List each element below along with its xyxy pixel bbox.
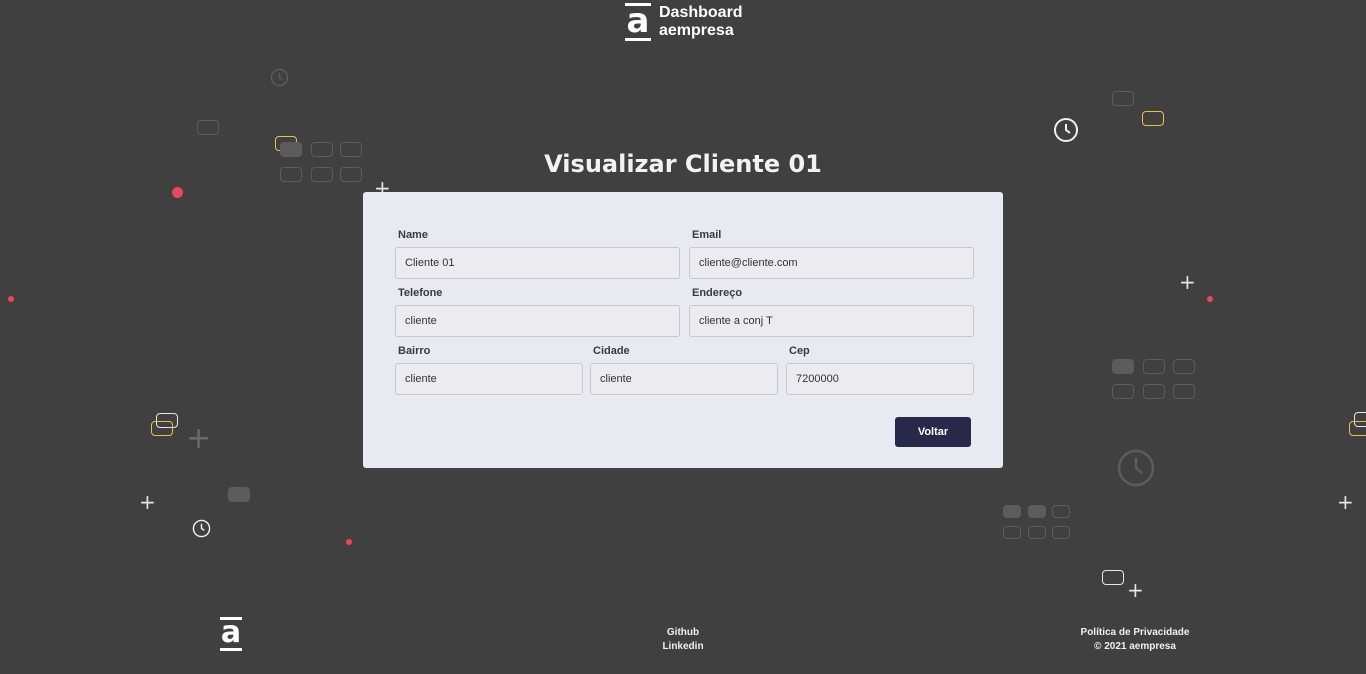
cep-field-group: Cep <box>786 345 974 395</box>
cep-input[interactable] <box>786 363 974 395</box>
square-shape <box>1349 421 1366 436</box>
cidade-input[interactable] <box>590 363 778 395</box>
aempresa-logo-icon: a <box>625 1 651 41</box>
back-button[interactable]: Voltar <box>895 417 971 447</box>
red-dot <box>346 539 352 545</box>
square-shape <box>1143 359 1165 374</box>
square-shape <box>1143 384 1165 399</box>
footer-legal: Política de Privacidade © 2021 aempresa <box>1060 626 1210 654</box>
telefone-field-group: Telefone <box>395 287 680 337</box>
square-shape <box>1112 359 1134 374</box>
square-shape <box>197 120 219 135</box>
clock-icon <box>1054 118 1078 142</box>
bairro-label: Bairro <box>398 345 431 357</box>
square-shape <box>151 421 173 436</box>
name-input[interactable] <box>395 247 680 279</box>
plus-shape: + <box>186 421 212 456</box>
copyright-text: © 2021 aempresa <box>1094 641 1176 652</box>
cidade-label: Cidade <box>593 345 630 357</box>
footer-links: Github Linkedin <box>600 626 766 654</box>
github-link[interactable]: Github <box>600 626 766 640</box>
square-shape <box>1052 526 1070 539</box>
red-dot <box>172 187 183 198</box>
square-shape <box>1102 570 1124 585</box>
telefone-input[interactable] <box>395 305 680 337</box>
clock-icon <box>192 519 211 538</box>
square-shape <box>1052 505 1070 518</box>
endereco-field-group: Endereço <box>689 287 974 337</box>
clock-icon <box>1117 449 1155 487</box>
page-title: Visualizar Cliente 01 <box>544 150 822 178</box>
name-label: Name <box>398 229 428 241</box>
brand-header[interactable]: a Dashboard aempresa <box>625 3 743 41</box>
square-shape <box>1028 505 1046 518</box>
plus-shape: + <box>1179 270 1196 294</box>
plus-shape: + <box>1337 490 1354 514</box>
plus-shape: + <box>1127 578 1144 602</box>
footer-logo[interactable]: a <box>220 617 242 651</box>
name-field-group: Name <box>395 229 680 279</box>
telefone-label: Telefone <box>398 287 443 299</box>
email-input[interactable] <box>689 247 974 279</box>
plus-shape: + <box>139 490 156 514</box>
endereco-input[interactable] <box>689 305 974 337</box>
red-dot <box>8 296 14 302</box>
square-shape <box>1112 384 1134 399</box>
brand-title: Dashboard aempresa <box>659 4 743 39</box>
square-shape <box>1112 91 1134 106</box>
square-shape <box>1028 526 1046 539</box>
square-shape <box>1173 359 1195 374</box>
cidade-field-group: Cidade <box>590 345 778 395</box>
square-shape <box>1173 384 1195 399</box>
client-details-card: Name Email Telefone Endereço Bairro Cida… <box>363 192 1003 468</box>
endereco-label: Endereço <box>692 287 743 299</box>
linkedin-link[interactable]: Linkedin <box>600 640 766 654</box>
square-shape <box>1142 111 1164 126</box>
red-dot <box>1207 296 1213 302</box>
square-shape <box>1003 526 1021 539</box>
email-label: Email <box>692 229 722 241</box>
aempresa-logo-icon: a <box>220 615 242 651</box>
clock-icon <box>270 68 289 87</box>
cep-label: Cep <box>789 345 810 357</box>
bairro-input[interactable] <box>395 363 583 395</box>
email-field-group: Email <box>689 229 974 279</box>
square-shape <box>1003 505 1021 518</box>
bairro-field-group: Bairro <box>395 345 583 395</box>
privacy-policy-link[interactable]: Política de Privacidade <box>1060 626 1210 640</box>
square-shape <box>228 487 250 502</box>
